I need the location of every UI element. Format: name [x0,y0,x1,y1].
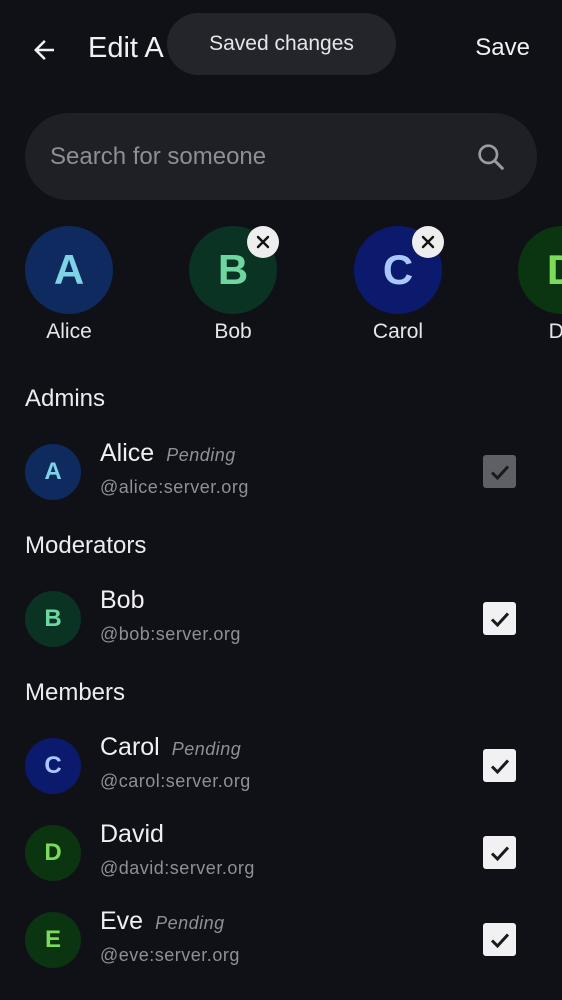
pending-badge: Pending [155,913,225,933]
checkmark-icon [490,758,509,774]
checkmark-icon [490,611,509,627]
avatar: D [25,825,81,881]
member-name: Eve [100,907,144,935]
avatar: E [25,912,81,968]
selected-chip-alice[interactable]: A Alice [14,224,124,344]
section-header-members: Members [25,679,126,706]
avatar: B [25,591,81,647]
save-button[interactable]: Save [475,34,530,62]
selected-chip-david[interactable]: D Da [507,224,562,344]
back-button[interactable] [26,30,62,70]
edit-members-screen: Edit A Save Saved changes A Alice B [0,0,562,1000]
selected-members-row: A Alice B Bob C Carol D [0,224,562,354]
member-checkbox[interactable] [483,602,516,635]
member-handle: @bob:server.org [100,624,241,644]
section-header-moderators: Moderators [25,532,147,559]
checkmark-icon [490,932,509,948]
section-header-admins: Admins [25,385,106,412]
avatar: B [189,226,279,314]
avatar: A [25,226,113,314]
member-handle: @eve:server.org [100,945,240,965]
checkmark-icon [490,845,509,861]
avatar: C [354,226,444,314]
search-input[interactable] [25,113,461,200]
close-icon [256,235,270,249]
member-checkbox[interactable] [483,455,516,488]
page-title: Edit A [88,32,164,64]
saved-changes-toast: Saved changes [167,13,396,75]
member-row-carol[interactable]: C Carol Pending @carol:server.org [0,727,562,807]
remove-chip-button[interactable] [412,226,444,258]
member-row-alice[interactable]: A Alice Pending @alice:server.org [0,433,562,513]
avatar: C [25,738,81,794]
chip-name: Alice [46,320,92,343]
avatar: A [25,444,81,500]
member-checkbox[interactable] [483,836,516,869]
close-icon [421,235,435,249]
member-name: Carol [100,733,160,761]
member-checkbox[interactable] [483,923,516,956]
member-checkbox[interactable] [483,749,516,782]
chip-name: Da [548,320,562,343]
member-name: Alice [100,439,155,467]
selected-chip-carol[interactable]: C Carol [343,224,453,344]
selected-chip-bob[interactable]: B Bob [178,224,288,344]
arrow-left-icon [34,40,54,60]
member-row-david[interactable]: D David @david:server.org [0,814,562,894]
member-handle: @david:server.org [100,858,255,878]
member-handle: @carol:server.org [100,771,251,791]
search-icon[interactable] [461,127,521,187]
member-row-bob[interactable]: B Bob @bob:server.org [0,580,562,660]
chip-name: Carol [372,320,424,343]
top-app-bar: Edit A Save Saved changes [0,0,562,100]
avatar: D [518,226,562,314]
member-row-eve[interactable]: E Eve Pending @eve:server.org [0,901,562,981]
member-name: David [100,820,164,848]
remove-chip-button[interactable] [247,226,279,258]
member-handle: @alice:server.org [100,477,249,497]
pending-badge: Pending [166,445,236,465]
search-bar [25,113,537,200]
pending-badge: Pending [171,739,242,759]
member-name: Bob [100,586,145,614]
chip-name: Bob [214,320,252,343]
checkmark-icon [490,464,509,480]
